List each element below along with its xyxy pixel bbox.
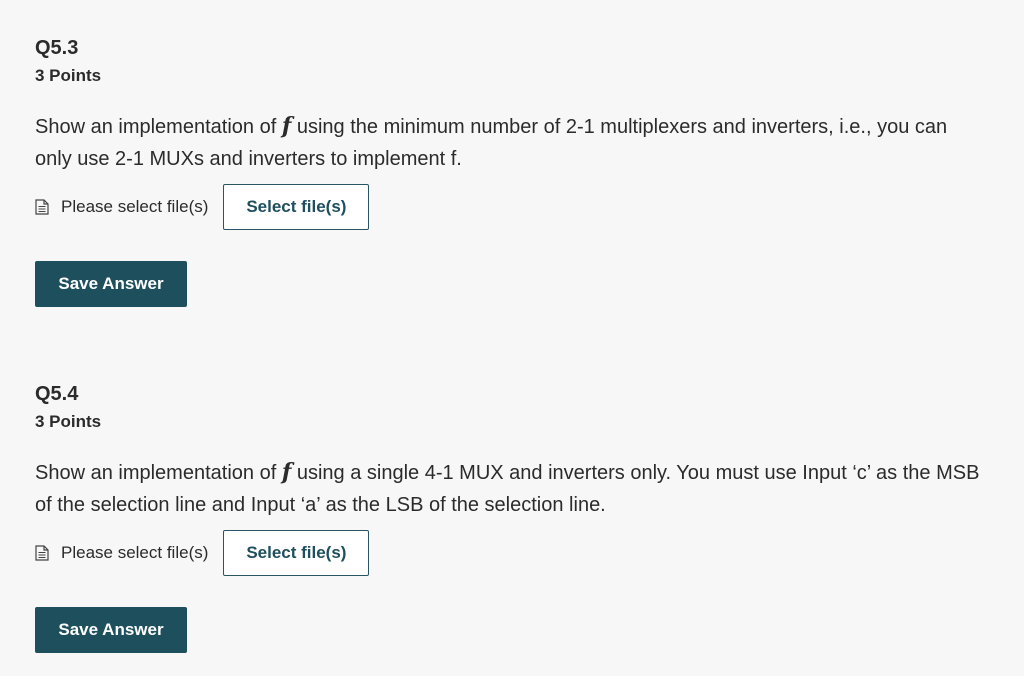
save-answer-button[interactable]: Save Answer: [35, 607, 187, 653]
question-prompt: Show an implementation of f using the mi…: [35, 110, 985, 175]
question-title: Q5.4: [35, 383, 79, 405]
file-text-icon: [35, 545, 49, 561]
question-title: Q5.3: [35, 37, 79, 59]
file-upload-row: Please select file(s) Select file(s): [35, 184, 995, 230]
file-status-text: Please select file(s): [61, 197, 209, 216]
question-q5-3: Q5.3 3 Points Show an implementation of …: [35, 36, 995, 307]
function-symbol: f: [281, 459, 292, 485]
prompt-text-start: Show an implementation of: [35, 116, 282, 138]
question-points: 3 Points: [35, 66, 102, 85]
function-symbol: f: [281, 113, 292, 139]
prompt-text-start: Show an implementation of: [35, 462, 282, 484]
question-prompt: Show an implementation of f using a sing…: [35, 456, 985, 521]
question-points: 3 Points: [35, 412, 102, 431]
select-files-button[interactable]: Select file(s): [223, 530, 370, 576]
save-answer-button[interactable]: Save Answer: [35, 261, 187, 307]
select-files-button[interactable]: Select file(s): [223, 184, 370, 230]
file-status-text: Please select file(s): [61, 543, 209, 562]
question-q5-4: Q5.4 3 Points Show an implementation of …: [35, 382, 995, 653]
file-upload-row: Please select file(s) Select file(s): [35, 530, 995, 576]
file-text-icon: [35, 199, 49, 215]
